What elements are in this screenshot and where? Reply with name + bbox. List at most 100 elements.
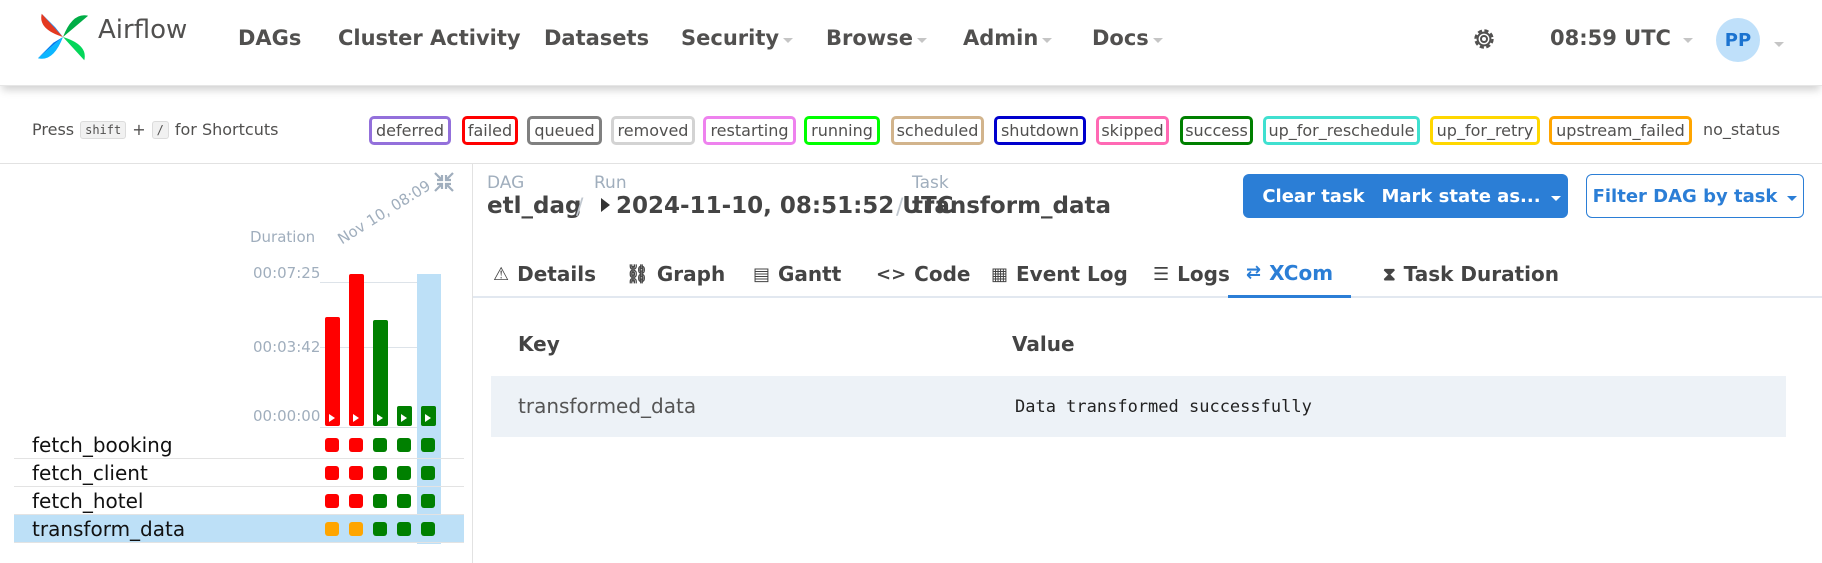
task-name[interactable]: fetch_hotel — [32, 489, 143, 513]
task-name[interactable]: fetch_client — [32, 461, 148, 485]
clear-task-button[interactable]: Clear task — [1243, 174, 1384, 218]
nav-cluster-activity[interactable]: Cluster Activity — [338, 26, 521, 50]
dag-run-bar[interactable] — [421, 406, 436, 426]
nav-datasets[interactable]: Datasets — [544, 26, 649, 50]
tab-label: Logs — [1177, 262, 1230, 286]
dag-run-bar[interactable] — [397, 406, 412, 426]
nav-datasets-label: Datasets — [544, 26, 650, 50]
duration-tick: 00:07:25 — [253, 264, 321, 282]
shortcuts-hint[interactable]: Press shift + / for Shortcuts — [32, 120, 278, 139]
user-avatar[interactable]: PP — [1716, 18, 1760, 62]
state-legend-queued[interactable]: queued — [527, 116, 602, 145]
state-legend-deferred[interactable]: deferred — [369, 116, 451, 145]
task-instance-cell[interactable] — [373, 522, 387, 536]
tab-xcom[interactable]: ⇄ XCom — [1228, 250, 1352, 298]
state-legend-no-status[interactable]: no_status — [1703, 120, 1780, 139]
nav-browse[interactable]: Browse — [826, 26, 927, 50]
state-legend-skipped[interactable]: skipped — [1096, 116, 1169, 145]
xcom-table-header: Key Value — [491, 318, 1786, 376]
breadcrumb-dag[interactable]: etl_dag — [487, 193, 581, 219]
state-legend-removed[interactable]: removed — [611, 116, 695, 145]
top-navbar: Airflow DAGs Cluster Activity Datasets S… — [0, 0, 1822, 86]
play-icon — [425, 414, 431, 422]
play-icon — [353, 414, 359, 422]
legend-bar: Press shift + / for Shortcuts deferred fa… — [0, 108, 1822, 152]
tab-code[interactable]: <> Code — [876, 250, 970, 298]
shortcuts-press: Press — [32, 120, 75, 139]
state-legend-running[interactable]: running — [804, 116, 880, 145]
dag-run-bar[interactable] — [349, 274, 364, 426]
chevron-down-icon — [1550, 195, 1561, 201]
task-instance-cell[interactable] — [397, 522, 411, 536]
task-row[interactable]: fetch_hotel — [14, 487, 464, 515]
task-instance-cell[interactable] — [421, 466, 435, 480]
logs-icon: ☰ — [1153, 263, 1170, 285]
state-legend-restarting[interactable]: restarting — [703, 116, 796, 145]
task-instance-cell[interactable] — [349, 438, 363, 452]
state-legend-up-for-retry[interactable]: up_for_retry — [1430, 116, 1540, 145]
chevron-down-icon — [1682, 37, 1693, 43]
task-name[interactable]: transform_data — [32, 517, 185, 541]
xcom-value: Data transformed successfully — [1015, 397, 1312, 417]
task-row[interactable]: transform_data — [14, 515, 464, 543]
play-icon — [401, 414, 407, 422]
run-date-label: Nov 10, 08:09 — [334, 176, 434, 248]
task-instance-cell[interactable] — [397, 466, 411, 480]
task-instance-cell[interactable] — [421, 438, 435, 452]
task-tabs: ⚠ Details ⛓ Graph ▤ Gantt <> Code ▦ Event Log ☰ Log… — [473, 250, 1822, 298]
task-instance-cell[interactable] — [373, 438, 387, 452]
tab-task-duration[interactable]: ⧗ Task Duration — [1383, 250, 1559, 298]
state-legend-scheduled[interactable]: scheduled — [891, 116, 984, 145]
task-instance-cell[interactable] — [397, 494, 411, 508]
breadcrumb-task[interactable]: transform_data — [912, 193, 1111, 219]
task-row[interactable]: fetch_booking — [14, 431, 464, 459]
task-instance-cell[interactable] — [325, 466, 339, 480]
column-header-key: Key — [518, 332, 560, 356]
state-legend-success[interactable]: success — [1180, 116, 1253, 145]
task-instance-cell[interactable] — [325, 438, 339, 452]
task-instance-cell[interactable] — [349, 466, 363, 480]
mark-state-button[interactable]: Mark state as... — [1374, 174, 1568, 218]
filter-dag-label: Filter DAG by task — [1592, 185, 1778, 207]
filter-dag-button[interactable]: Filter DAG by task — [1586, 174, 1804, 218]
mark-state-label: Mark state as... — [1381, 185, 1541, 207]
play-icon — [377, 414, 383, 422]
tab-logs[interactable]: ☰ Logs — [1153, 250, 1230, 298]
collapse-icon[interactable] — [432, 170, 456, 194]
nav-security[interactable]: Security — [681, 26, 794, 50]
state-legend-upstream-failed[interactable]: upstream_failed — [1549, 116, 1692, 145]
state-legend-up-for-reschedule[interactable]: up_for_reschedule — [1263, 116, 1420, 145]
nav-docs-label: Docs — [1092, 26, 1149, 50]
tab-graph[interactable]: ⛓ Graph — [626, 250, 725, 298]
tab-details[interactable]: ⚠ Details — [493, 250, 596, 298]
gear-icon[interactable] — [1470, 25, 1498, 53]
task-instance-cell[interactable] — [325, 494, 339, 508]
chevron-down-icon[interactable] — [1774, 42, 1784, 47]
task-instance-cell[interactable] — [373, 494, 387, 508]
dag-run-bar[interactable] — [325, 317, 340, 426]
timezone-dropdown[interactable]: 08:59 UTC — [1550, 26, 1693, 50]
nav-cluster-activity-label: Cluster Activity — [338, 26, 521, 50]
task-instance-cell[interactable] — [397, 438, 411, 452]
shortcut-key-shift: shift — [80, 120, 127, 139]
task-row[interactable]: fetch_client — [14, 459, 464, 487]
state-legend-shutdown[interactable]: shutdown — [994, 116, 1086, 145]
breadcrumb-separator: / — [576, 195, 584, 220]
nav-docs[interactable]: Docs — [1092, 26, 1163, 50]
brand[interactable]: Airflow — [34, 8, 187, 66]
task-instance-cell[interactable] — [421, 522, 435, 536]
task-instance-cell[interactable] — [373, 466, 387, 480]
task-instance-cell[interactable] — [349, 522, 363, 536]
task-instance-cell[interactable] — [325, 522, 339, 536]
task-name[interactable]: fetch_booking — [32, 433, 173, 457]
nav-admin[interactable]: Admin — [963, 26, 1053, 50]
task-instance-cell[interactable] — [349, 494, 363, 508]
nav-security-label: Security — [681, 26, 780, 50]
nav-dags[interactable]: DAGs — [238, 26, 301, 50]
tab-event-log[interactable]: ▦ Event Log — [991, 250, 1128, 298]
shortcut-key-slash: / — [151, 120, 169, 139]
task-instance-cell[interactable] — [421, 494, 435, 508]
dag-run-bar[interactable] — [373, 320, 388, 426]
state-legend-failed[interactable]: failed — [462, 116, 518, 145]
tab-gantt[interactable]: ▤ Gantt — [753, 250, 841, 298]
